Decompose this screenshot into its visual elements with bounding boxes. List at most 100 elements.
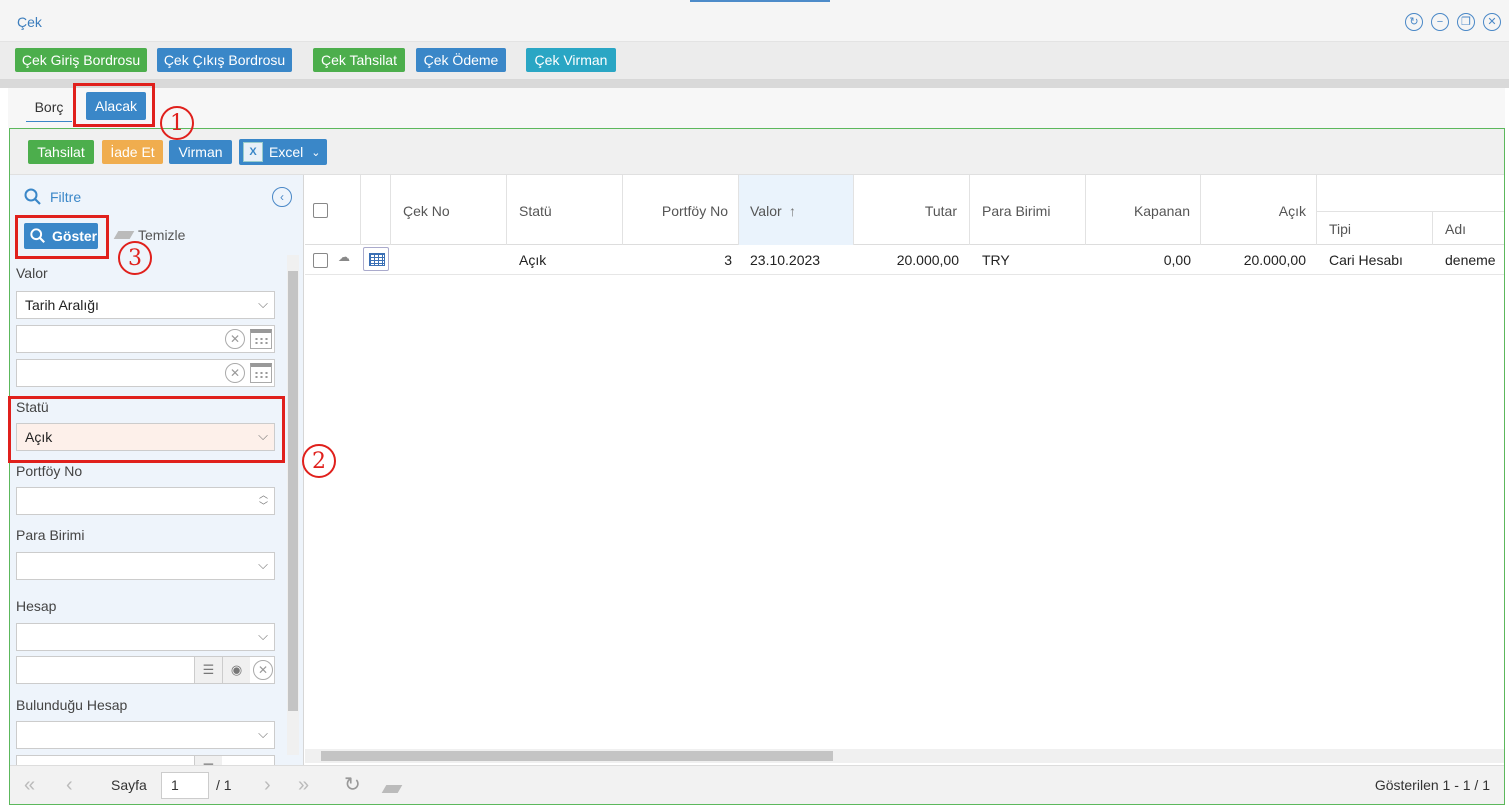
tab-strip: Borç Alacak bbox=[8, 88, 1505, 128]
restore-icon[interactable]: ❐ bbox=[1457, 13, 1475, 31]
hesap-select[interactable]: ⌵ bbox=[16, 623, 275, 651]
table-icon[interactable] bbox=[363, 247, 389, 271]
pager: « ‹ Sayfa 1 / 1 › » ↻ Gösterilen 1 - 1 /… bbox=[10, 765, 1504, 804]
refresh-icon[interactable]: ↻ bbox=[1405, 13, 1423, 31]
chevron-down-icon: ⌵ bbox=[258, 726, 268, 741]
window-titlebar: Çek ↻ − ❐ ✕ bbox=[0, 0, 1509, 42]
excel-icon: X bbox=[243, 142, 263, 162]
chevron-down-icon: ⌄ bbox=[311, 146, 321, 159]
filter-scrollbar-thumb[interactable] bbox=[288, 271, 298, 711]
filter-panel: Filtre ‹ Göster Temizle Valor Tarih Aral… bbox=[10, 175, 304, 765]
row-checkbox[interactable] bbox=[313, 253, 328, 268]
header-tipi[interactable]: Tipi bbox=[1317, 211, 1433, 245]
list-icon[interactable]: ☰ bbox=[194, 657, 222, 683]
portfoy-no-input[interactable]: ︿ ﹀ bbox=[16, 487, 275, 515]
virman-button[interactable]: Virman bbox=[169, 140, 232, 164]
sort-arrow-up-icon: ↑ bbox=[789, 203, 796, 219]
bulundugu-hesap-search-input[interactable]: ☰ bbox=[16, 755, 275, 765]
header-valor[interactable]: Valor ↑ bbox=[739, 175, 854, 245]
chevron-down-icon: ⌵ bbox=[258, 628, 268, 643]
clear-icon[interactable]: ✕ bbox=[225, 363, 245, 383]
tahsilat-button[interactable]: Tahsilat bbox=[28, 140, 94, 164]
valor-mode-select[interactable]: Tarih Aralığı ⌵ bbox=[16, 291, 275, 319]
collapse-panel-icon[interactable]: ‹ bbox=[272, 187, 292, 207]
header-para-birimi[interactable]: Para Birimi bbox=[970, 175, 1086, 245]
first-page-icon[interactable]: « bbox=[24, 775, 35, 795]
tab-borc[interactable]: Borç bbox=[26, 98, 72, 122]
valor-end-date-input[interactable]: ✕ bbox=[16, 359, 275, 387]
cell-acik: 20.000,00 bbox=[1243, 252, 1306, 268]
calendar-icon[interactable] bbox=[250, 329, 272, 349]
select-all-header bbox=[305, 175, 361, 245]
stepper-icon[interactable]: ︿ ﹀ bbox=[259, 490, 268, 512]
para-birimi-label: Para Birimi bbox=[16, 527, 85, 543]
bulundugu-hesap-label: Bulunduğu Hesap bbox=[16, 697, 128, 713]
clear-icon[interactable]: ✕ bbox=[253, 660, 273, 680]
eraser-icon[interactable] bbox=[381, 780, 406, 796]
valor-label: Valor bbox=[16, 265, 48, 281]
bulundugu-hesap-select[interactable]: ⌵ bbox=[16, 721, 275, 749]
cek-giris-bordrosu-button[interactable]: Çek Giriş Bordrosu bbox=[15, 48, 147, 72]
header-kapanan[interactable]: Kapanan bbox=[1086, 175, 1201, 245]
refresh-icon[interactable]: ↻ bbox=[344, 775, 361, 795]
valor-mode-value: Tarih Aralığı bbox=[25, 297, 99, 313]
select-all-checkbox[interactable] bbox=[313, 203, 328, 218]
clear-icon[interactable]: ✕ bbox=[225, 329, 245, 349]
annotation-number-2: 2 bbox=[302, 444, 336, 478]
close-icon[interactable]: ✕ bbox=[1483, 13, 1501, 31]
cek-grid: Çek No Statü Portföy No Valor ↑ Tutar Par… bbox=[305, 175, 1504, 765]
calendar-icon[interactable] bbox=[250, 363, 272, 383]
grid-horizontal-scrollbar[interactable] bbox=[305, 749, 1504, 763]
grid-scrollbar-thumb[interactable] bbox=[321, 751, 833, 761]
para-birimi-select[interactable]: ⌵ bbox=[16, 552, 275, 580]
cell-portfoy-no: 3 bbox=[724, 252, 732, 268]
prev-page-icon[interactable]: ‹ bbox=[66, 775, 73, 795]
search-icon bbox=[24, 188, 41, 205]
cloud-download-icon[interactable]: ☁ bbox=[338, 250, 358, 270]
window-title: Çek bbox=[17, 14, 42, 30]
annotation-box-3 bbox=[15, 215, 109, 259]
cell-statu: Açık bbox=[519, 252, 547, 268]
cek-virman-button[interactable]: Çek Virman bbox=[526, 48, 616, 72]
last-page-icon[interactable]: » bbox=[298, 775, 309, 795]
content-panel: Tahsilat İade Et Virman X Excel ⌄ Filtre… bbox=[9, 128, 1505, 805]
action-toolbar: Tahsilat İade Et Virman X Excel ⌄ bbox=[10, 129, 1504, 175]
table-row[interactable]: ☁ Açık 3 23.10.2023 20.000,00 TRY 0,00 2… bbox=[305, 245, 1504, 275]
header-cek-no[interactable]: Çek No bbox=[391, 175, 507, 245]
excel-button[interactable]: X Excel ⌄ bbox=[239, 139, 327, 165]
hesap-search-input[interactable]: ☰ ◉ ✕ bbox=[16, 656, 275, 684]
eraser-icon bbox=[113, 231, 135, 239]
cek-cikis-bordrosu-button[interactable]: Çek Çıkış Bordrosu bbox=[157, 48, 292, 72]
header-portfoy-no[interactable]: Portföy No bbox=[623, 175, 739, 245]
next-page-icon[interactable]: › bbox=[264, 775, 271, 795]
grid-header: Çek No Statü Portföy No Valor ↑ Tutar Par… bbox=[305, 175, 1504, 245]
filter-scrollbar[interactable] bbox=[287, 255, 299, 755]
eye-icon[interactable]: ◉ bbox=[222, 657, 250, 683]
header-adi[interactable]: Adı bbox=[1433, 211, 1504, 245]
annotation-number-3: 3 bbox=[118, 241, 152, 275]
header-statu[interactable]: Statü bbox=[507, 175, 623, 245]
excel-label: Excel bbox=[269, 144, 304, 160]
cek-tahsilat-button[interactable]: Çek Tahsilat bbox=[313, 48, 405, 72]
header-acik[interactable]: Açık bbox=[1201, 175, 1317, 245]
page-label: Sayfa bbox=[111, 777, 147, 793]
page-summary: Gösterilen 1 - 1 / 1 bbox=[1374, 777, 1490, 793]
minimize-icon[interactable]: − bbox=[1431, 13, 1449, 31]
portfoy-no-label: Portföy No bbox=[16, 463, 83, 479]
temizle-button[interactable]: Temizle bbox=[113, 227, 186, 243]
valor-start-date-input[interactable]: ✕ bbox=[16, 325, 275, 353]
list-icon[interactable]: ☰ bbox=[194, 756, 222, 765]
iade-et-button[interactable]: İade Et bbox=[102, 140, 163, 164]
cek-odeme-button[interactable]: Çek Ödeme bbox=[416, 48, 506, 72]
temizle-label: Temizle bbox=[138, 227, 186, 243]
cell-tipi: Cari Hesabı bbox=[1329, 252, 1403, 268]
top-accent-line bbox=[690, 0, 830, 2]
page-total: / 1 bbox=[216, 777, 232, 793]
filter-header: Filtre ‹ bbox=[10, 175, 303, 219]
cell-para-birimi: TRY bbox=[982, 252, 1010, 268]
annotation-box-2 bbox=[8, 396, 285, 463]
header-tutar[interactable]: Tutar bbox=[854, 175, 970, 245]
page-number-input[interactable]: 1 bbox=[161, 772, 209, 799]
chevron-down-icon: ⌵ bbox=[258, 557, 268, 572]
hesap-label: Hesap bbox=[16, 598, 57, 614]
